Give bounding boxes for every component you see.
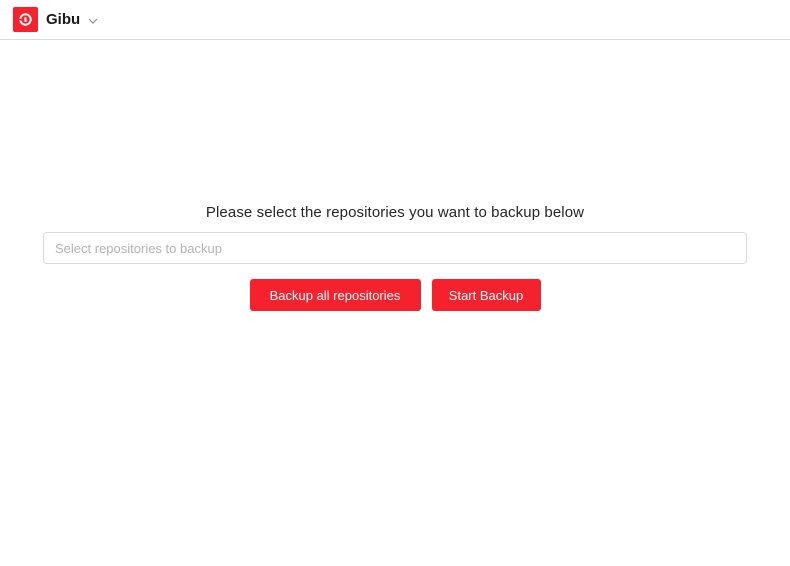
repository-select[interactable]: Select repositories to backup <box>43 232 747 264</box>
backup-all-button[interactable]: Backup all repositories <box>249 279 421 311</box>
page-title: Please select the repositories you want … <box>205 204 585 221</box>
action-buttons: Backup all repositories Start Backup <box>0 279 790 311</box>
start-backup-button[interactable]: Start Backup <box>431 279 541 311</box>
repository-select-placeholder: Select repositories to backup <box>55 240 222 256</box>
main-content: Please select the repositories you want … <box>0 40 790 566</box>
gibu-logo-icon <box>13 7 38 32</box>
app-switcher[interactable]: Gibu <box>13 7 98 32</box>
chevron-down-icon <box>88 18 98 24</box>
app-name: Gibu <box>46 11 81 28</box>
app-header: Gibu <box>0 0 790 40</box>
